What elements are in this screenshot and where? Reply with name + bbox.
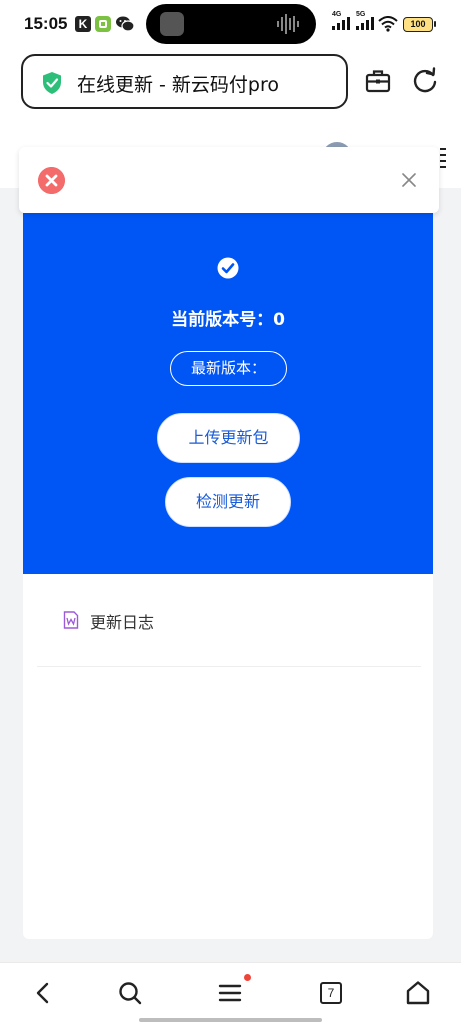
- status-time: 15:05: [24, 14, 68, 33]
- close-icon[interactable]: [402, 173, 416, 187]
- check-circle-icon: [217, 257, 239, 279]
- media-thumbnail: [160, 12, 184, 36]
- update-dialog-body: 当前版本号：0 最新版本： 上传更新包 检测更新 更新日志: [23, 213, 433, 939]
- reload-icon[interactable]: [411, 67, 439, 95]
- page-title: 在线更新 - 新云码付pro: [77, 74, 280, 96]
- home-indicator: [139, 1018, 322, 1022]
- secure-shield-icon: [43, 72, 61, 94]
- upload-update-button[interactable]: 上传更新包: [157, 413, 300, 463]
- signal-5g-label: 5G: [356, 11, 366, 18]
- address-bar[interactable]: 在线更新 - 新云码付pro: [21, 54, 348, 109]
- current-version-text: 当前版本号：0: [171, 310, 285, 330]
- app-k-icon: K: [75, 16, 91, 32]
- dialog-header: [19, 147, 439, 213]
- menu-icon[interactable]: [216, 979, 244, 1007]
- search-icon[interactable]: [116, 979, 144, 1007]
- back-icon[interactable]: [30, 979, 58, 1007]
- status-bar: 15:05 K 4G 5G 100: [0, 0, 461, 48]
- dynamic-island: [146, 4, 316, 44]
- browser-bottom-nav: 7: [0, 962, 461, 1024]
- browser-toolbar: 在线更新 - 新云码付pro: [0, 48, 461, 122]
- signal-4g-icon: 4G: [331, 11, 351, 35]
- signal-5g-icon: 5G: [355, 11, 375, 35]
- home-icon[interactable]: [404, 979, 432, 1007]
- tab-count: 7: [320, 982, 342, 1004]
- notification-dot: [244, 974, 251, 981]
- document-icon: [63, 611, 79, 629]
- toolbox-icon[interactable]: [365, 68, 391, 94]
- error-icon: [38, 167, 65, 194]
- version-panel: 当前版本号：0 最新版本： 上传更新包 检测更新: [23, 213, 433, 574]
- wechat-icon: [116, 16, 135, 32]
- wifi-icon: [378, 16, 398, 32]
- check-update-button[interactable]: 检测更新: [165, 477, 291, 527]
- more-icon: [440, 148, 446, 168]
- signal-4g-label: 4G: [332, 11, 342, 18]
- audio-wave-icon: [277, 14, 299, 34]
- app-notification-icon: [95, 16, 111, 32]
- battery-indicator: 100: [403, 17, 436, 32]
- divider: [37, 666, 421, 667]
- tabs-icon[interactable]: 7: [317, 979, 345, 1007]
- update-log-section[interactable]: 更新日志: [23, 597, 433, 643]
- latest-version-badge: 最新版本：: [170, 351, 287, 386]
- update-log-label: 更新日志: [90, 613, 155, 632]
